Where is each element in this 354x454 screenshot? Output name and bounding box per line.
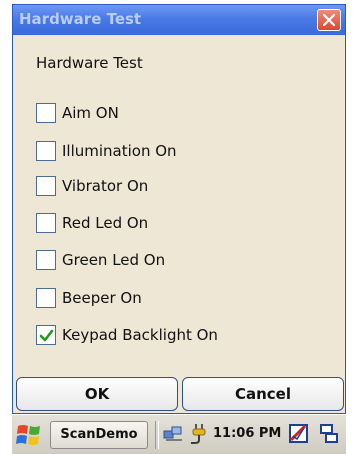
- dialog-heading: Hardware Test: [36, 54, 143, 72]
- taskbar: ScanDemo 11:06 PM: [12, 414, 346, 454]
- checkbox[interactable]: [36, 103, 56, 123]
- checkbox[interactable]: [36, 176, 56, 196]
- option-label: Beeper On: [62, 289, 142, 307]
- option-label: Keypad Backlight On: [62, 326, 218, 344]
- option-label: Green Led On: [62, 251, 166, 269]
- button-bar: OK Cancel: [13, 377, 345, 413]
- close-icon: [323, 14, 335, 26]
- title-bar: Hardware Test: [13, 5, 345, 35]
- option-label: Illumination On: [62, 142, 177, 160]
- taskbar-separator: [155, 421, 159, 449]
- power-plug-icon[interactable]: [190, 423, 208, 445]
- option-label: Aim ON: [62, 104, 119, 122]
- checkbox[interactable]: [36, 288, 56, 308]
- checkbox-checked[interactable]: [36, 325, 56, 345]
- clock[interactable]: 11:06 PM: [213, 426, 281, 441]
- checkmark-icon: [39, 329, 54, 342]
- ok-button[interactable]: OK: [16, 377, 178, 411]
- close-button[interactable]: [317, 9, 341, 31]
- windows-start-icon[interactable]: [15, 422, 43, 448]
- option-label: Vibrator On: [62, 177, 149, 195]
- checkbox[interactable]: [36, 213, 56, 233]
- connection-icon[interactable]: [319, 423, 339, 445]
- cancel-button[interactable]: Cancel: [182, 377, 344, 411]
- hardware-test-dialog: Hardware Test Hardware Test Aim ON Illum…: [12, 4, 346, 414]
- window-title: Hardware Test: [19, 10, 142, 28]
- checkbox[interactable]: [36, 250, 56, 270]
- task-manager-icon[interactable]: [288, 423, 310, 445]
- taskbar-app-button[interactable]: ScanDemo: [50, 421, 148, 449]
- network-icon[interactable]: [163, 425, 185, 443]
- checkbox[interactable]: [36, 141, 56, 161]
- option-label: Red Led On: [62, 214, 149, 232]
